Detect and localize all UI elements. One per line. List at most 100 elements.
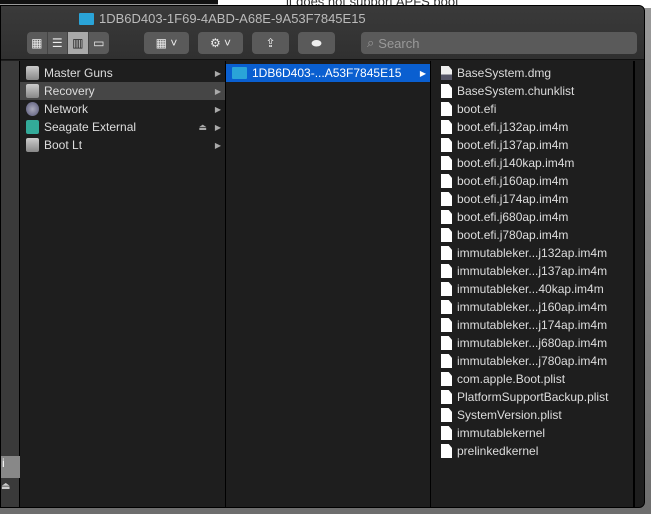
document-icon — [441, 336, 452, 350]
document-icon — [441, 408, 452, 422]
item-label: Boot Lt — [44, 138, 83, 152]
file-name: BaseSystem.dmg — [457, 66, 552, 80]
file-item[interactable]: immutableker...j137ap.im4m — [435, 262, 633, 280]
window-title-text: 1DB6D403-1F69-4ABD-A68E-9A53F7845E15 — [99, 11, 366, 26]
file-item[interactable]: PlatformSupportBackup.plist — [435, 388, 633, 406]
document-icon — [441, 228, 452, 242]
document-icon — [441, 102, 452, 116]
file-item[interactable]: boot.efi — [435, 100, 633, 118]
action-gear-button[interactable]: ⚙ ˅ — [198, 32, 243, 54]
document-icon — [441, 426, 452, 440]
file-name: immutableker...j780ap.im4m — [457, 354, 608, 368]
file-name: immutableker...j160ap.im4m — [457, 300, 608, 314]
disk-icon — [26, 84, 39, 98]
file-item[interactable]: BaseSystem.dmg — [435, 64, 633, 82]
item-label: Master Guns — [44, 66, 113, 80]
document-icon — [441, 354, 452, 368]
document-icon — [441, 174, 452, 188]
file-item[interactable]: immutableker...j132ap.im4m — [435, 244, 633, 262]
file-name: immutableker...j132ap.im4m — [457, 246, 608, 260]
folder-icon — [232, 67, 247, 79]
chevron-right-icon: ▶ — [214, 68, 221, 78]
document-icon — [441, 282, 452, 296]
background-window — [0, 0, 218, 4]
search-icon: ⌕ — [367, 35, 375, 50]
scrollbar-track[interactable] — [634, 61, 644, 507]
toolbar: 1DB6D403-1F69-4ABD-A68E-9A53F7845E15 ▦ ☰… — [1, 6, 644, 60]
document-icon — [441, 120, 452, 134]
file-item[interactable]: immutableker...j174ap.im4m — [435, 316, 633, 334]
document-icon — [441, 390, 452, 404]
document-icon — [441, 192, 452, 206]
group-button[interactable]: ▦ ˅ — [144, 32, 189, 54]
chevron-right-icon: ▶ — [214, 140, 221, 150]
disk-image-icon — [441, 66, 452, 80]
document-icon — [441, 84, 452, 98]
file-name: boot.efi.j680ap.im4m — [457, 210, 569, 224]
file-name: immutableker...j680ap.im4m — [457, 336, 608, 350]
window-title: 1DB6D403-1F69-4ABD-A68E-9A53F7845E15 — [79, 11, 366, 26]
column-2: 1DB6D403-...A53F7845E15 ▶ — [226, 61, 431, 507]
document-icon — [441, 372, 452, 386]
file-item[interactable]: immutableker...j160ap.im4m — [435, 298, 633, 316]
column-item-boot-lt[interactable]: Boot Lt ▶ — [20, 136, 225, 154]
file-item[interactable]: prelinkedkernel — [435, 442, 633, 460]
eject-icon[interactable]: ⏏ — [198, 122, 207, 133]
column-item-seagate-external[interactable]: Seagate External ⏏ ▶ — [20, 118, 225, 136]
file-name: BaseSystem.chunklist — [457, 84, 575, 98]
tags-button[interactable]: ⬬ — [298, 32, 335, 54]
document-icon — [441, 264, 452, 278]
file-item[interactable]: boot.efi.j780ap.im4m — [435, 226, 633, 244]
search-placeholder: Search — [378, 35, 420, 51]
column-view-button[interactable]: ▥ — [68, 32, 89, 54]
file-item[interactable]: BaseSystem.chunklist — [435, 82, 633, 100]
file-item[interactable]: boot.efi.j174ap.im4m — [435, 190, 633, 208]
search-field[interactable]: ⌕ Search — [361, 32, 637, 54]
file-item[interactable]: boot.efi.j137ap.im4m — [435, 136, 633, 154]
item-label: Recovery — [44, 84, 95, 98]
file-item[interactable]: boot.efi.j132ap.im4m — [435, 118, 633, 136]
finder-window: 1DB6D403-1F69-4ABD-A68E-9A53F7845E15 ▦ ☰… — [0, 5, 645, 508]
file-name: immutableker...j137ap.im4m — [457, 264, 608, 278]
document-icon — [441, 300, 452, 314]
file-item[interactable]: SystemVersion.plist — [435, 406, 633, 424]
eject-icon[interactable]: ⏏ — [1, 481, 10, 492]
item-label: 1DB6D403-...A53F7845E15 — [252, 66, 402, 80]
file-item[interactable]: com.apple.Boot.plist — [435, 370, 633, 388]
folder-icon — [79, 12, 94, 25]
file-item[interactable]: immutableker...j680ap.im4m — [435, 334, 633, 352]
file-name: boot.efi — [457, 102, 497, 116]
chevron-right-icon: ▶ — [419, 68, 426, 78]
column-item-master-guns[interactable]: Master Guns ▶ — [20, 64, 225, 82]
column-item-network[interactable]: Network ▶ — [20, 100, 225, 118]
share-button[interactable]: ⇪ — [252, 32, 289, 54]
file-item[interactable]: immutablekernel — [435, 424, 633, 442]
chevron-right-icon: ▶ — [214, 104, 221, 114]
file-item[interactable]: boot.efi.j680ap.im4m — [435, 208, 633, 226]
file-item[interactable]: boot.efi.j160ap.im4m — [435, 172, 633, 190]
document-icon — [441, 138, 452, 152]
network-icon — [26, 102, 39, 116]
column-item-folder[interactable]: 1DB6D403-...A53F7845E15 ▶ — [226, 64, 430, 82]
file-name: boot.efi.j160ap.im4m — [457, 174, 569, 188]
sidebar-item-selected[interactable]: i — [1, 456, 20, 478]
document-icon — [441, 318, 452, 332]
column-3: BaseSystem.dmg BaseSystem.chunklist boot.e… — [431, 61, 634, 507]
chevron-right-icon: ▶ — [214, 122, 221, 132]
disk-icon — [26, 66, 39, 80]
file-item[interactable]: boot.efi.j140kap.im4m — [435, 154, 633, 172]
file-item[interactable]: immutableker...j780ap.im4m — [435, 352, 633, 370]
file-name: SystemVersion.plist — [457, 408, 562, 422]
gallery-view-button[interactable]: ▭ — [89, 32, 109, 54]
column-item-recovery[interactable]: Recovery ▶ — [20, 82, 225, 100]
file-name: boot.efi.j174ap.im4m — [457, 192, 569, 206]
file-name: boot.efi.j132ap.im4m — [457, 120, 569, 134]
file-item[interactable]: immutableker...40kap.im4m — [435, 280, 633, 298]
column-1: Master Guns ▶ Recovery ▶ Network ▶ Seagate … — [20, 61, 226, 507]
icon-view-button[interactable]: ▦ — [27, 32, 48, 54]
document-icon — [441, 444, 452, 458]
list-view-button[interactable]: ☰ — [48, 32, 69, 54]
external-disk-icon — [26, 120, 39, 134]
view-mode-control: ▦ ☰ ▥ ▭ — [27, 32, 109, 54]
file-name: boot.efi.j137ap.im4m — [457, 138, 569, 152]
